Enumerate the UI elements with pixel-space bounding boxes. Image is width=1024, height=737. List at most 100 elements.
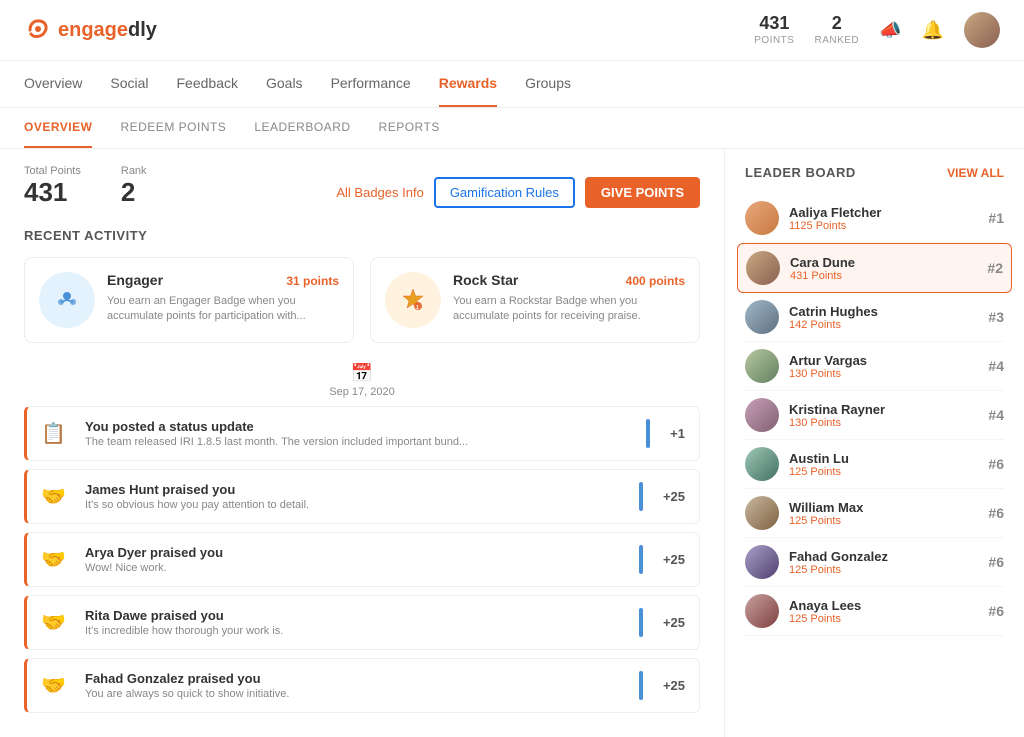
activity-content-4: Fahad Gonzalez praised you You are alway…	[85, 671, 627, 700]
nav-groups[interactable]: Groups	[525, 61, 571, 107]
lb-points-6: 125 Points	[789, 515, 978, 527]
right-panel: LEADER BOARD VIEW ALL Aaliya Fletcher 11…	[724, 149, 1024, 737]
svg-text:1: 1	[416, 305, 419, 311]
stats-row: Total Points 431 Rank 2 All Badges Info …	[24, 165, 700, 208]
logo: engagedly	[24, 16, 157, 44]
rockstar-badge-header: Rock Star 400 points	[453, 272, 685, 290]
lb-info-3: Artur Vargas 130 Points	[789, 353, 978, 380]
lb-rank-1: #2	[987, 260, 1003, 276]
lb-name-2: Catrin Hughes	[789, 304, 978, 319]
activity-item-0: 📋 You posted a status update The team re…	[24, 406, 700, 461]
total-points-value: 431	[24, 177, 81, 208]
activity-title-3: Rita Dawe praised you	[85, 608, 627, 623]
content: Total Points 431 Rank 2 All Badges Info …	[0, 149, 1024, 737]
logo-icon	[24, 16, 52, 44]
subnav-leaderboard[interactable]: LEADERBOARD	[254, 108, 350, 148]
lb-item-5: Austin Lu 125 Points #6	[745, 440, 1004, 489]
activity-points-3: +25	[663, 615, 685, 630]
lb-avatar-6	[745, 496, 779, 530]
nav-rewards[interactable]: Rewards	[439, 61, 497, 107]
total-points-stat: Total Points 431	[24, 165, 81, 208]
subnav-redeem[interactable]: REDEEM POINTS	[120, 108, 226, 148]
lb-item-8: Anaya Lees 125 Points #6	[745, 587, 1004, 636]
badge-card-engager: Engager 31 points You earn an Engager Ba…	[24, 257, 354, 343]
header: engagedly 431 POINTS 2 RANKED 📣 🔔	[0, 0, 1024, 61]
activity-icon-2: 🤝	[41, 547, 73, 572]
leaderboard-title: LEADER BOARD	[745, 165, 856, 180]
activity-item-4: 🤝 Fahad Gonzalez praised you You are alw…	[24, 658, 700, 713]
total-points-label: Total Points	[24, 165, 81, 177]
activity-title-2: Arya Dyer praised you	[85, 545, 627, 560]
sub-nav: OVERVIEW REDEEM POINTS LEADERBOARD REPOR…	[0, 108, 1024, 149]
stats-left: Total Points 431 Rank 2	[24, 165, 147, 208]
header-right: 431 POINTS 2 RANKED 📣 🔔	[754, 12, 1000, 48]
lb-avatar-5	[745, 447, 779, 481]
gamification-rules-button[interactable]: Gamification Rules	[434, 177, 575, 208]
header-ranked: 2 RANKED	[814, 13, 859, 47]
lb-item-4: Kristina Rayner 130 Points #4	[745, 391, 1004, 440]
lb-points-4: 130 Points	[789, 417, 978, 429]
nav-feedback[interactable]: Feedback	[177, 61, 238, 107]
give-points-button[interactable]: GIVE POINTS	[585, 177, 700, 208]
activity-content-2: Arya Dyer praised you Wow! Nice work.	[85, 545, 627, 574]
all-badges-info-button[interactable]: All Badges Info	[336, 185, 423, 200]
activity-title-1: James Hunt praised you	[85, 482, 627, 497]
activity-points-1: +25	[663, 489, 685, 504]
engager-badge-title: Engager	[107, 272, 163, 288]
nav-social[interactable]: Social	[110, 61, 148, 107]
rank-value: 2	[121, 177, 147, 208]
activity-desc-2: Wow! Nice work.	[85, 562, 627, 574]
rockstar-badge-info: Rock Star 400 points You earn a Rockstar…	[453, 272, 685, 328]
lb-info-7: Fahad Gonzalez 125 Points	[789, 549, 978, 576]
lb-points-5: 125 Points	[789, 466, 978, 478]
lb-rank-6: #6	[988, 505, 1004, 521]
lb-avatar-2	[745, 300, 779, 334]
subnav-overview[interactable]: OVERVIEW	[24, 108, 92, 148]
header-points-value: 431	[754, 13, 794, 35]
activity-item-1: 🤝 James Hunt praised you It's so obvious…	[24, 469, 700, 524]
megaphone-icon[interactable]: 📣	[879, 20, 901, 41]
rockstar-badge-points: 400 points	[626, 274, 685, 288]
header-points: 431 POINTS	[754, 13, 794, 47]
lb-avatar-0	[745, 201, 779, 235]
lb-avatar-7	[745, 545, 779, 579]
nav-overview[interactable]: Overview	[24, 61, 82, 107]
lb-item-2: Catrin Hughes 142 Points #3	[745, 293, 1004, 342]
badge-card-rockstar: 1 Rock Star 400 points You earn a Rockst…	[370, 257, 700, 343]
lb-name-1: Cara Dune	[790, 255, 977, 270]
lb-avatar-4	[745, 398, 779, 432]
lb-name-5: Austin Lu	[789, 451, 978, 466]
leaderboard-view-all[interactable]: VIEW ALL	[947, 166, 1004, 180]
activity-icon-0: 📋	[41, 421, 73, 446]
lb-item-1: Cara Dune 431 Points #2	[737, 243, 1012, 293]
lb-points-1: 431 Points	[790, 270, 977, 282]
activity-date: 📅 Sep 17, 2020	[24, 363, 700, 398]
user-avatar[interactable]	[964, 12, 1000, 48]
activity-divider-2	[639, 545, 643, 574]
notification-icon[interactable]: 🔔	[922, 20, 944, 41]
subnav-reports[interactable]: REPORTS	[379, 108, 440, 148]
activity-desc-0: The team released IRI 1.8.5 last month. …	[85, 436, 634, 448]
activity-points-0: +1	[670, 426, 685, 441]
nav-performance[interactable]: Performance	[331, 61, 411, 107]
activity-divider-3	[639, 608, 643, 637]
lb-item-6: William Max 125 Points #6	[745, 489, 1004, 538]
activity-divider-0	[646, 419, 650, 448]
activity-title-0: You posted a status update	[85, 419, 634, 434]
leaderboard-header: LEADER BOARD VIEW ALL	[745, 165, 1004, 180]
stats-right: All Badges Info Gamification Rules GIVE …	[336, 177, 700, 208]
nav-goals[interactable]: Goals	[266, 61, 303, 107]
engager-badge-info: Engager 31 points You earn an Engager Ba…	[107, 272, 339, 328]
lb-info-5: Austin Lu 125 Points	[789, 451, 978, 478]
lb-avatar-8	[745, 594, 779, 628]
activity-icon-4: 🤝	[41, 673, 73, 698]
lb-avatar-3	[745, 349, 779, 383]
activity-content-1: James Hunt praised you It's so obvious h…	[85, 482, 627, 511]
activity-content-3: Rita Dawe praised you It's incredible ho…	[85, 608, 627, 637]
engager-badge-points: 31 points	[286, 274, 339, 288]
lb-info-2: Catrin Hughes 142 Points	[789, 304, 978, 331]
lb-points-3: 130 Points	[789, 368, 978, 380]
activity-title-4: Fahad Gonzalez praised you	[85, 671, 627, 686]
lb-rank-0: #1	[988, 210, 1004, 226]
activity-icon-3: 🤝	[41, 610, 73, 635]
